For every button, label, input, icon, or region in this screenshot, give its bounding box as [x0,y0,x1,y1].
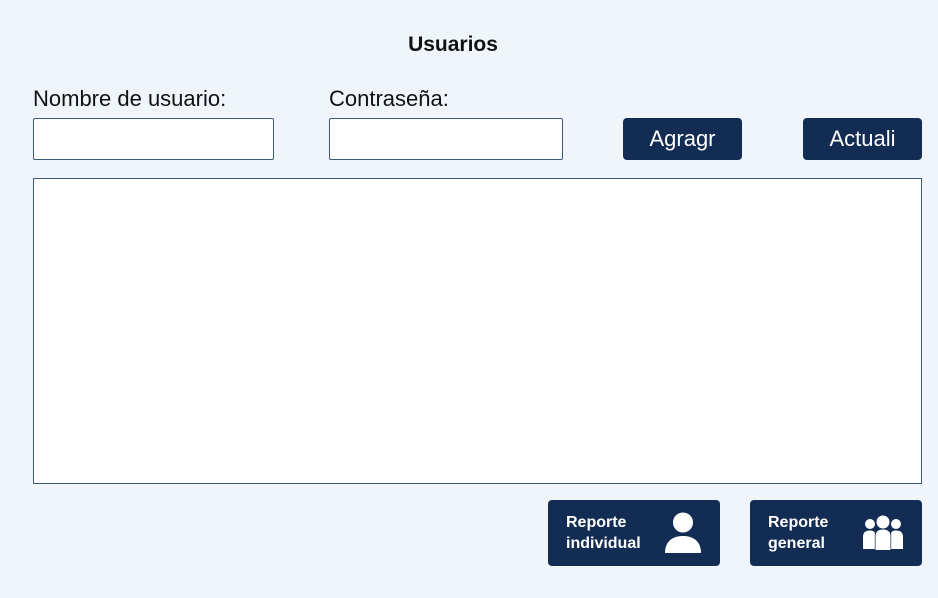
individual-report-label-line1: Reporte [566,514,627,531]
update-button[interactable]: Actuali [803,118,922,160]
password-label: Contraseña: [329,86,449,111]
general-report-label: Reporte general [768,512,828,554]
add-button[interactable]: Agragr [623,118,742,160]
general-report-label-line2: general [768,535,825,552]
users-list[interactable] [33,178,922,484]
group-icon [862,515,904,551]
individual-report-label-line2: individual [566,535,641,552]
page-title: Usuarios [408,33,498,56]
individual-report-button[interactable]: Reporte individual [548,500,720,566]
person-icon [664,512,702,554]
general-report-label-line1: Reporte [768,514,829,531]
username-input[interactable] [33,118,274,160]
general-report-button[interactable]: Reporte general [750,500,922,566]
password-input[interactable] [329,118,563,160]
username-label: Nombre de usuario: [33,86,227,111]
individual-report-label: Reporte individual [566,512,641,554]
